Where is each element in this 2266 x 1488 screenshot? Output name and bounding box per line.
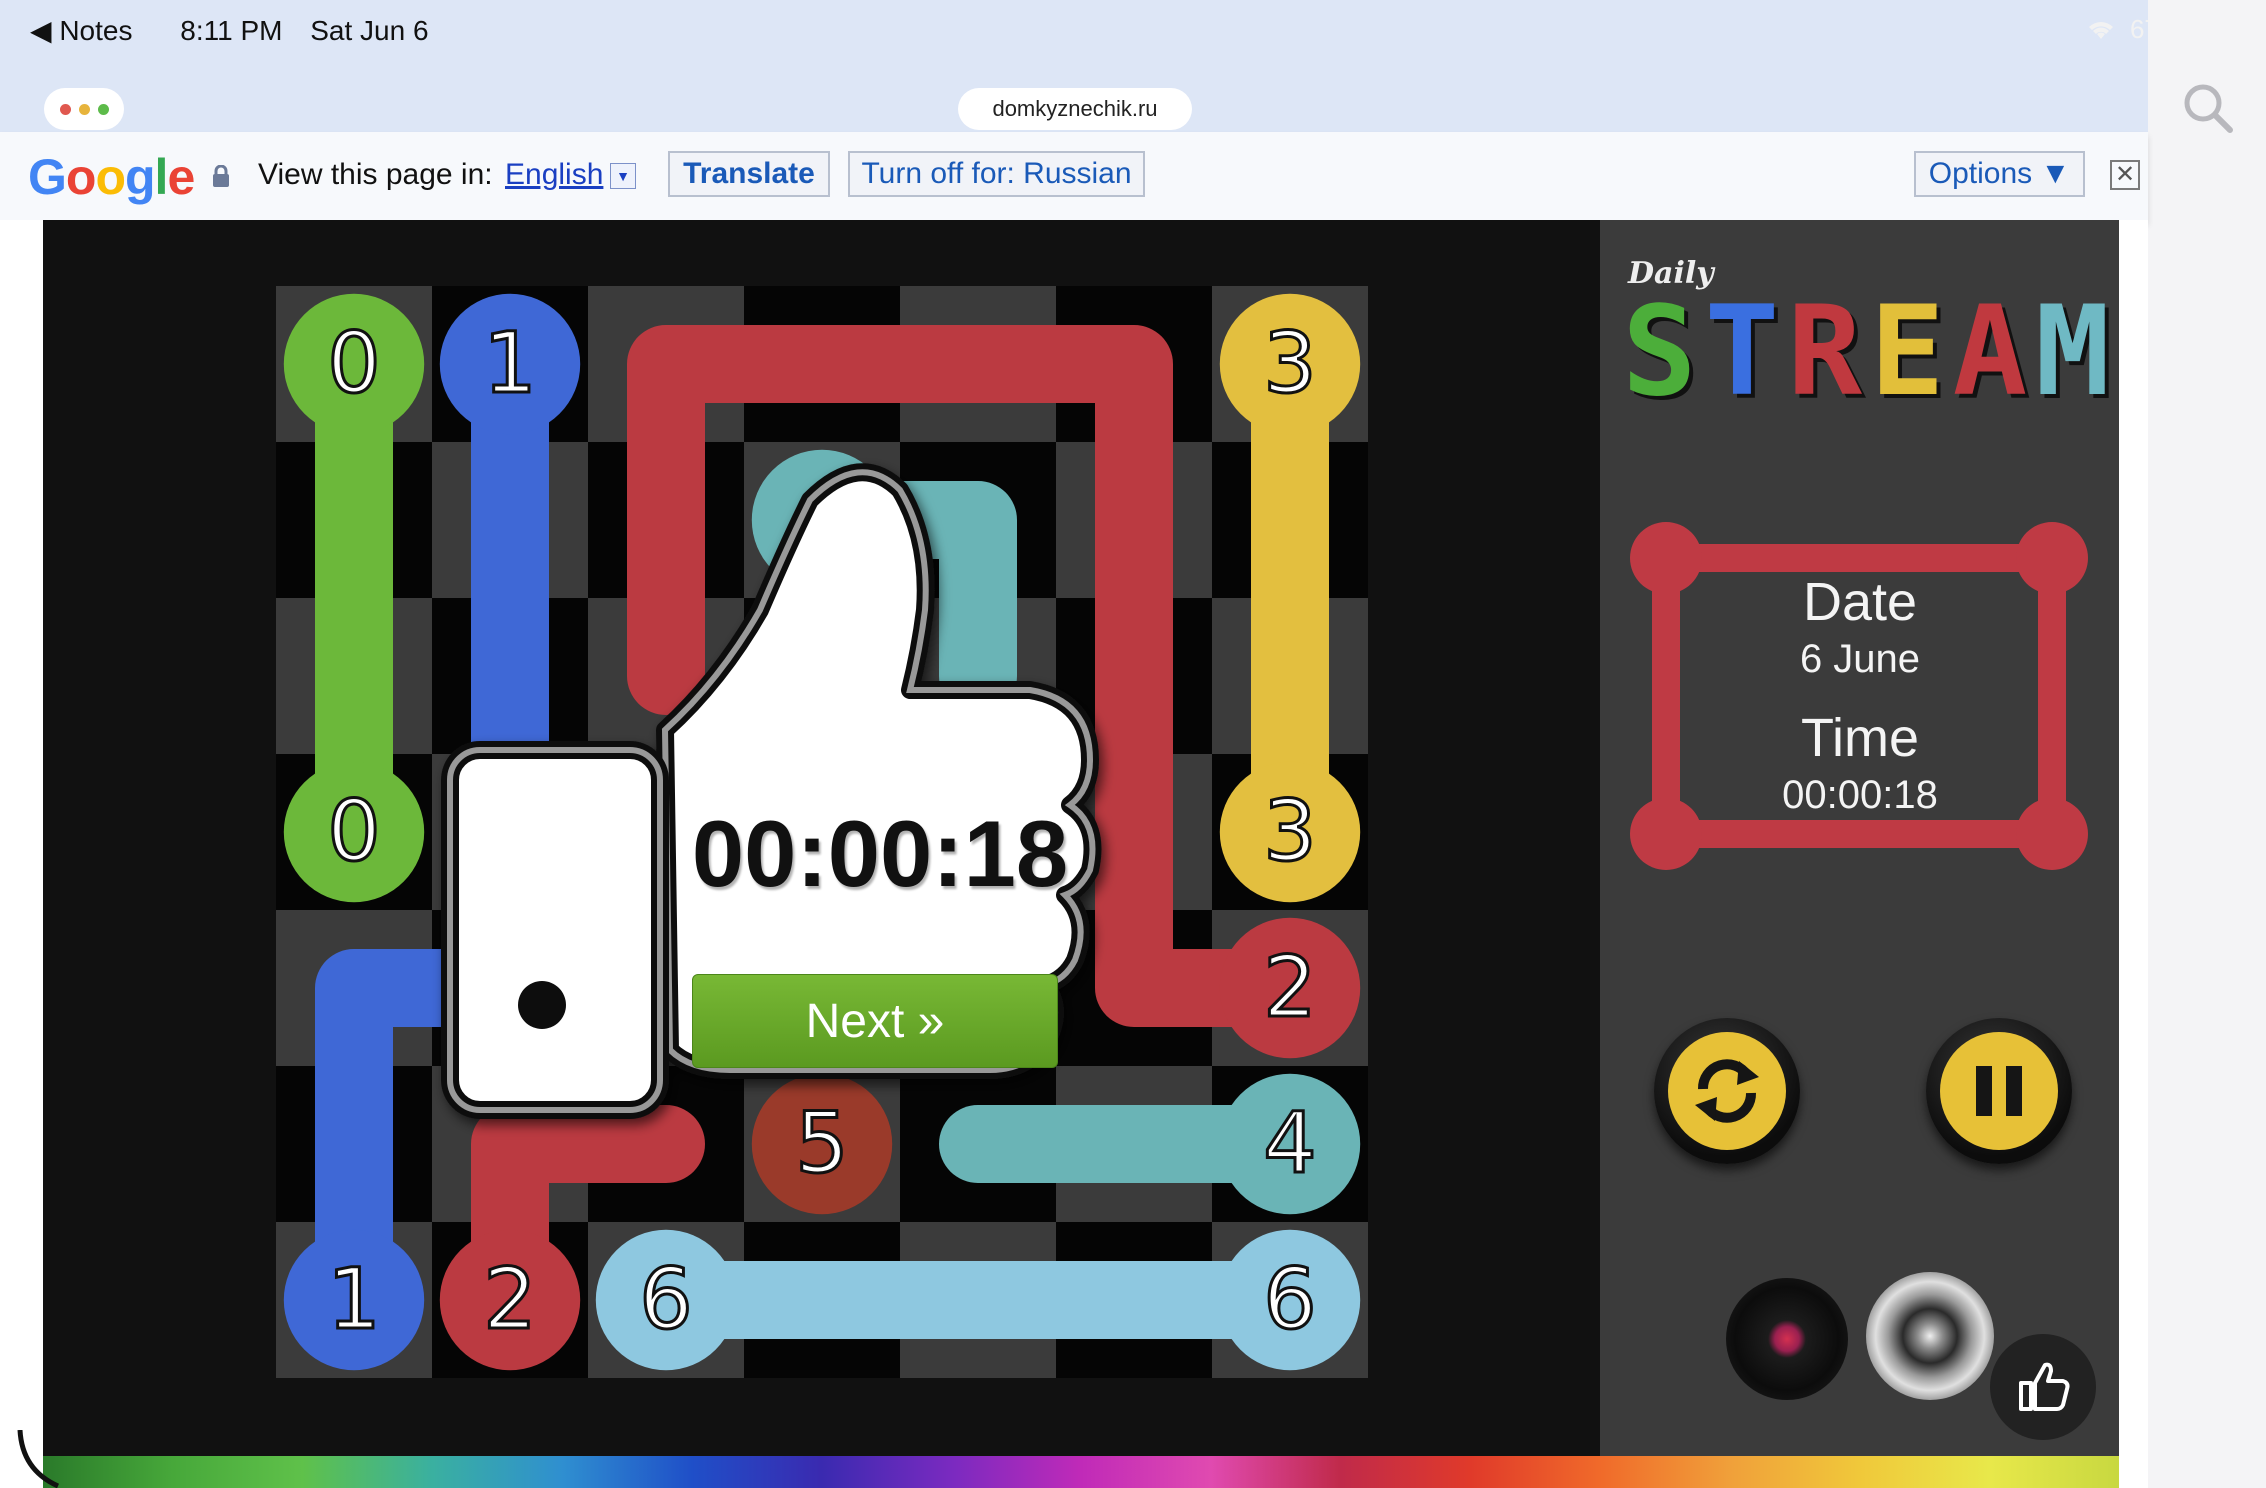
endpoint-number: 3 [1263,314,1316,412]
back-to-app-link[interactable]: ◀ Notes [30,15,152,46]
minimize-dot-icon[interactable] [78,103,90,115]
time-value: 00:00:18 [1782,773,1938,817]
logo-letter: M [2035,280,2112,424]
restart-button[interactable] [1654,1018,1800,1164]
status-bar: ◀ Notes 8:11 PM Sat Jun 6 67% [0,0,2266,62]
endpoint-number: 1 [327,1250,380,1348]
close-dot-icon[interactable] [59,103,71,115]
record-icon[interactable] [1726,1278,1848,1400]
logo-stream: STREAM [1622,290,2112,414]
result-time: 00:00:18 [691,801,1069,906]
close-translate-icon[interactable]: ✕ [2110,160,2140,190]
lock-icon [213,165,229,187]
google-logo-letter: e [167,149,195,205]
pause-button[interactable] [1926,1018,2072,1164]
address-bar[interactable]: domkyznechik.ru [958,88,1192,130]
language-link[interactable]: English [505,158,603,192]
back-app-label: Notes [59,15,133,46]
endpoint-number: 6 [639,1250,692,1348]
status-left: ◀ Notes 8:11 PM Sat Jun 6 [30,14,449,47]
endpoint-number: 6 [1263,1250,1316,1348]
wifi-icon [2088,21,2113,39]
endpoint-number: 0 [327,314,380,412]
endpoint-number: 0 [327,782,380,880]
speaker-icon[interactable] [1866,1272,1994,1400]
google-logo-letter: G [28,149,67,205]
side-app-pane [2148,0,2266,1488]
translate-button[interactable]: Translate [668,151,830,197]
google-logo-letter: l [154,149,169,205]
thumbs-up-icon[interactable] [1990,1334,2096,1440]
color-strip [43,1456,2119,1488]
logo-letter: E [1869,280,1947,424]
window-controls[interactable] [44,88,124,130]
expand-dot-icon[interactable] [97,103,109,115]
google-logo-letter: g [125,149,156,205]
time-label: Time [1801,708,1919,768]
logo-letter: T [1704,280,1782,424]
pause-icon [1940,1032,2058,1150]
info-panel: Date 6 June Time 00:00:18 [1690,570,2030,842]
logo-letter: S [1622,280,1699,424]
refresh-icon [1668,1032,1786,1150]
options-button[interactable]: Options ▼ [1914,151,2085,197]
date-label: Date [1802,572,1918,632]
google-logo-letter: o [65,149,97,205]
next-button[interactable]: Next » [692,974,1058,1068]
logo-letter: R [1787,280,1864,424]
scroll-corner-icon [17,1430,60,1488]
search-icon[interactable] [2178,78,2238,138]
view-page-label: View this page in: [258,158,493,191]
date: Sat Jun 6 [310,15,429,46]
endpoint-number: 2 [483,1250,536,1348]
endpoint-number: 3 [1263,782,1316,880]
language-dropdown-icon[interactable]: ▼ [610,163,636,189]
endpoint-number: 4 [1263,1094,1316,1192]
endpoint-number: 1 [483,314,536,412]
clock: 8:11 PM [180,15,283,46]
date-value: 6 June [1799,637,1921,681]
turn-off-button[interactable]: Turn off for: Russian [848,151,1145,197]
logo-letter: A [1952,280,2030,424]
endpoint-number: 2 [1263,938,1316,1036]
google-logo-letter: o [95,149,126,205]
google-logo: Google [28,148,195,206]
